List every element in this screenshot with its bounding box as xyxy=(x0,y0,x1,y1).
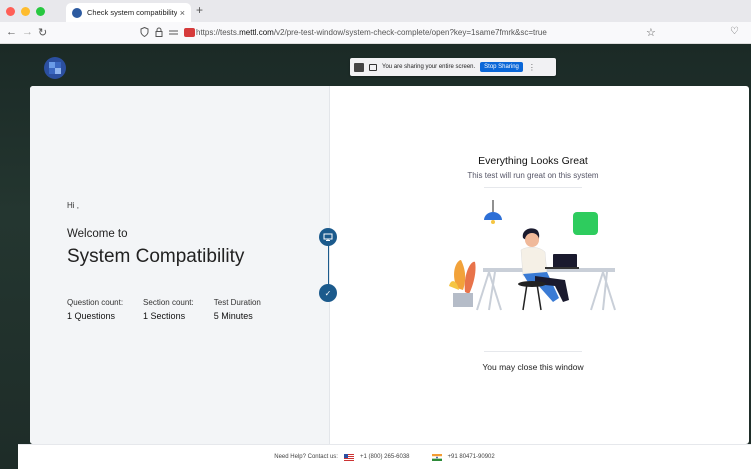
step-complete-check-icon: ✓ xyxy=(319,284,337,302)
stat-label: Section count: xyxy=(143,298,194,307)
pocket-icon[interactable]: ♡ xyxy=(730,26,739,37)
permissions-icon[interactable] xyxy=(169,28,178,37)
tab-favicon-icon xyxy=(72,7,82,18)
mettl-logo-icon xyxy=(44,57,66,79)
question-count: Question count: 1 Questions xyxy=(67,298,123,321)
url-domain: mettl.com xyxy=(239,28,274,37)
url-prefix: https://tests. xyxy=(196,28,240,37)
shield-icon[interactable] xyxy=(140,27,149,37)
us-phone[interactable]: +1 (800) 265-6038 xyxy=(360,454,410,460)
browser-tab-strip: Check system compatibility and × + xyxy=(0,0,751,22)
bookmark-star-icon[interactable]: ☆ xyxy=(646,26,656,39)
test-stats: Question count: 1 Questions Section coun… xyxy=(67,298,281,321)
us-flag-icon xyxy=(343,453,354,461)
share-minimize-icon[interactable] xyxy=(354,62,364,72)
welcome-text: Welcome to xyxy=(67,228,128,240)
divider xyxy=(484,187,582,188)
test-duration: Test Duration 5 Minutes xyxy=(214,298,261,321)
laptop-icon xyxy=(553,254,577,268)
close-window-message: You may close this window xyxy=(482,362,584,372)
screen-share-indicator-icon[interactable] xyxy=(184,27,195,37)
browser-toolbar: ← → ↻ https://tests.mettl.com/v2/pre-tes… xyxy=(0,22,751,44)
url-path: /v2/pre-test-window/system-check-complet… xyxy=(273,28,547,37)
stat-value: 1 Sections xyxy=(143,311,186,321)
tab-close-icon[interactable]: × xyxy=(180,8,185,18)
left-panel: Hi , Welcome to System Compatibility Que… xyxy=(30,86,329,444)
india-flag-icon xyxy=(431,453,442,461)
lock-icon[interactable] xyxy=(155,27,163,37)
tab-title: Check system compatibility and xyxy=(87,8,177,17)
stat-label: Question count: xyxy=(67,298,124,307)
india-phone[interactable]: +91 80471-90902 xyxy=(448,454,495,460)
section-count: Section count: 1 Sections xyxy=(143,298,194,321)
green-tile xyxy=(573,212,598,235)
page-title: System Compatibility xyxy=(67,246,245,267)
greeting: Hi , xyxy=(67,201,79,210)
back-button[interactable]: ← xyxy=(6,26,17,38)
lamp-icon xyxy=(484,212,502,220)
page-content: You are sharing your entire screen. Stop… xyxy=(0,44,751,469)
stat-value: 1 Questions xyxy=(67,311,116,321)
help-text: Need Help? Contact us: xyxy=(274,454,338,460)
stat-label: Test Duration xyxy=(213,298,261,307)
forward-button[interactable]: → xyxy=(22,26,33,38)
result-subtitle: This test will run great on this system xyxy=(467,171,599,180)
step-system-check-icon xyxy=(319,228,337,246)
footer: Need Help? Contact us: +1 (800) 265-6038… xyxy=(18,444,751,469)
new-tab-button[interactable]: + xyxy=(196,3,203,17)
divider xyxy=(484,351,582,352)
result-title: Everything Looks Great xyxy=(478,155,588,167)
stat-value: 5 Minutes xyxy=(213,311,253,321)
window-controls xyxy=(6,6,45,16)
browser-tab[interactable]: Check system compatibility and × xyxy=(66,3,191,22)
zoom-window-button[interactable] xyxy=(36,6,45,16)
stop-sharing-button[interactable]: Stop Sharing xyxy=(480,62,523,72)
reload-button[interactable]: ↻ xyxy=(38,26,47,39)
drag-handle-icon[interactable]: ⋮ xyxy=(528,63,536,72)
screen-icon xyxy=(369,63,377,71)
screen-share-bar: You are sharing your entire screen. Stop… xyxy=(350,58,556,76)
close-window-button[interactable] xyxy=(6,6,15,16)
share-message: You are sharing your entire screen. xyxy=(382,64,476,70)
compatibility-card: Hi , Welcome to System Compatibility Que… xyxy=(30,86,749,444)
address-bar[interactable]: https://tests.mettl.com/v2/pre-test-wind… xyxy=(196,28,547,37)
person-at-desk-illustration xyxy=(449,200,616,311)
right-panel: Everything Looks Great This test will ru… xyxy=(329,86,749,444)
minimize-window-button[interactable] xyxy=(21,6,30,16)
